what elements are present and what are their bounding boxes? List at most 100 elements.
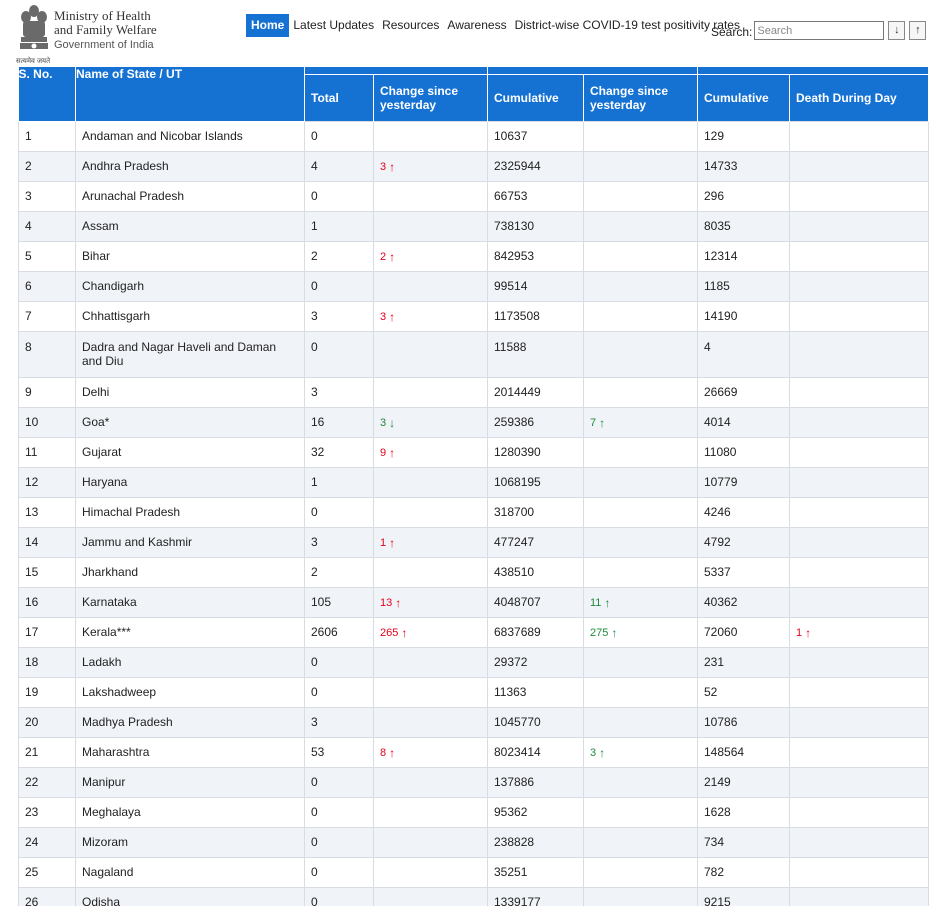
cell-total-value: 0 [311,279,318,293]
cell-total-value: 2 [311,565,318,579]
nav-latest-updates[interactable]: Latest Updates [289,15,378,36]
cell-sno-value: 26 [25,895,39,906]
arrow-up-icon: ↑ [599,416,606,430]
arrow-down-icon: ↓ [389,416,396,430]
cell-state-name-value: Mizoram [82,835,129,849]
cell-state-name-value: Meghalaya [82,805,141,819]
cell-sno-value: 14 [25,535,39,549]
cell-change-1 [373,706,488,738]
cell-state-name-value: Odisha [82,895,121,906]
table-row: 10 Goa* 16 3 ↓ 259386 7 ↑ 4014 [18,406,929,438]
cell-change-1-value: 9 [380,447,387,459]
cell-cumulative-2: 26669 [697,376,790,408]
cell-state-name: Kerala*** [75,616,305,648]
cell-total: 0 [304,496,374,528]
cell-cumulative-1: 66753 [487,180,584,212]
arrow-up-icon: ↑ [389,250,396,264]
cell-cumulative-2: 40362 [697,586,790,618]
cell-change-1-indicator: 3 ↑ [380,311,395,323]
main-nav: Home Latest Updates Resources Awareness … [246,14,744,37]
cell-change-2 [583,526,698,558]
cell-total: 16 [304,406,374,438]
search-next-button[interactable]: ↓ [888,21,906,40]
cell-sno-value: 11 [25,445,38,459]
table-row: 11 Gujarat 32 9 ↑ 1280390 11080 [18,436,929,468]
cell-death-during-day [789,406,929,438]
cell-sno: 10 [18,406,76,438]
cell-death-during-day [789,586,929,618]
cell-state-name-value: Goa* [82,415,110,429]
cell-total-value: 3 [311,715,318,729]
national-emblem-logo[interactable] [16,3,52,65]
table-row: 18 Ladakh 0 29372 231 [18,646,929,678]
table-row: 23 Meghalaya 0 95362 1628 [18,796,929,828]
cell-sno: 8 [18,330,76,378]
nav-resources[interactable]: Resources [378,15,443,36]
cell-sno: 4 [18,210,76,242]
cell-state-name-value: Ladakh [82,655,122,669]
table-row: 1 Andaman and Nicobar Islands 0 10637 129 [18,120,929,152]
cell-change-2 [583,436,698,468]
site-header: Ministry of Health and Family Welfare Go… [0,0,949,67]
cell-death-during-day: 1 ↑ [789,616,929,648]
cell-change-1-value: 1 [380,537,387,549]
cell-sno: 1 [18,120,76,152]
table-row: 8 Dadra and Nagar Haveli and Daman and Di… [18,330,929,378]
cell-cumulative-1-value: 95362 [494,805,528,819]
table-row: 9 Delhi 3 2014449 26669 [18,376,929,408]
cell-sno-value: 9 [25,385,32,399]
cell-change-2-value: 275 [590,627,609,639]
cell-sno: 6 [18,270,76,302]
cell-state-name-value: Kerala*** [82,625,131,639]
cell-sno: 17 [18,616,76,648]
arrow-up-icon: ↑ [611,626,618,640]
motto-text: सत्यमेव जयते [16,58,51,65]
cell-cumulative-1: 6837689 [487,616,584,648]
cell-cumulative-1-value: 438510 [494,565,535,579]
cell-state-name-value: Arunachal Pradesh [82,189,185,203]
cell-death-during-day [789,496,929,528]
cell-change-1-indicator: 265 ↑ [380,627,407,639]
cell-cumulative-2-value: 10786 [704,715,738,729]
cell-cumulative-2: 148564 [697,736,790,768]
cell-sno: 5 [18,240,76,272]
cell-state-name-value: Chhattisgarh [82,309,151,323]
cell-change-2-indicator: 275 ↑ [590,627,617,639]
cell-change-1 [373,330,488,378]
cell-cumulative-1-value: 1068195 [494,475,541,489]
cell-cumulative-1-value: 738130 [494,219,535,233]
cell-cumulative-2-value: 4246 [704,505,731,519]
cell-total-value: 0 [311,895,318,906]
nav-district-positivity[interactable]: District-wise COVID-19 test positivity r… [511,15,744,36]
cell-change-2-indicator: 11 ↑ [590,597,610,609]
cell-sno: 21 [18,736,76,768]
cell-state-name-value: Haryana [82,475,128,489]
cell-sno-value: 21 [25,745,39,759]
cell-change-2 [583,376,698,408]
cell-state-name: Ladakh [75,646,305,678]
cell-cumulative-2-value: 4 [704,339,711,354]
cell-state-name: Goa* [75,406,305,438]
cell-change-2-indicator: 3 ↑ [590,747,605,759]
cell-total: 0 [304,120,374,152]
cell-state-name: Karnataka [75,586,305,618]
cell-change-2: 11 ↑ [583,586,698,618]
cell-total: 2 [304,240,374,272]
cell-sno-value: 24 [25,835,39,849]
cell-cumulative-1: 11363 [487,676,584,708]
search-prev-button[interactable]: ↑ [909,21,927,40]
cell-death-during-day [789,180,929,212]
cell-death-during-day [789,120,929,152]
cell-sno: 18 [18,646,76,678]
table-row: 3 Arunachal Pradesh 0 66753 296 [18,180,929,212]
nav-awareness[interactable]: Awareness [443,15,510,36]
nav-home[interactable]: Home [246,14,290,37]
cell-total-value: 2 [311,249,318,263]
cell-change-1-value: 265 [380,627,399,639]
search-input[interactable] [754,21,885,40]
cell-cumulative-2: 9215 [697,886,790,906]
state-data-table-container: S. No. Name of State / UT Total Change s… [18,67,929,906]
cell-change-1 [373,856,488,888]
cell-state-name: Andaman and Nicobar Islands [75,120,305,152]
cell-total-value: 0 [311,685,318,699]
